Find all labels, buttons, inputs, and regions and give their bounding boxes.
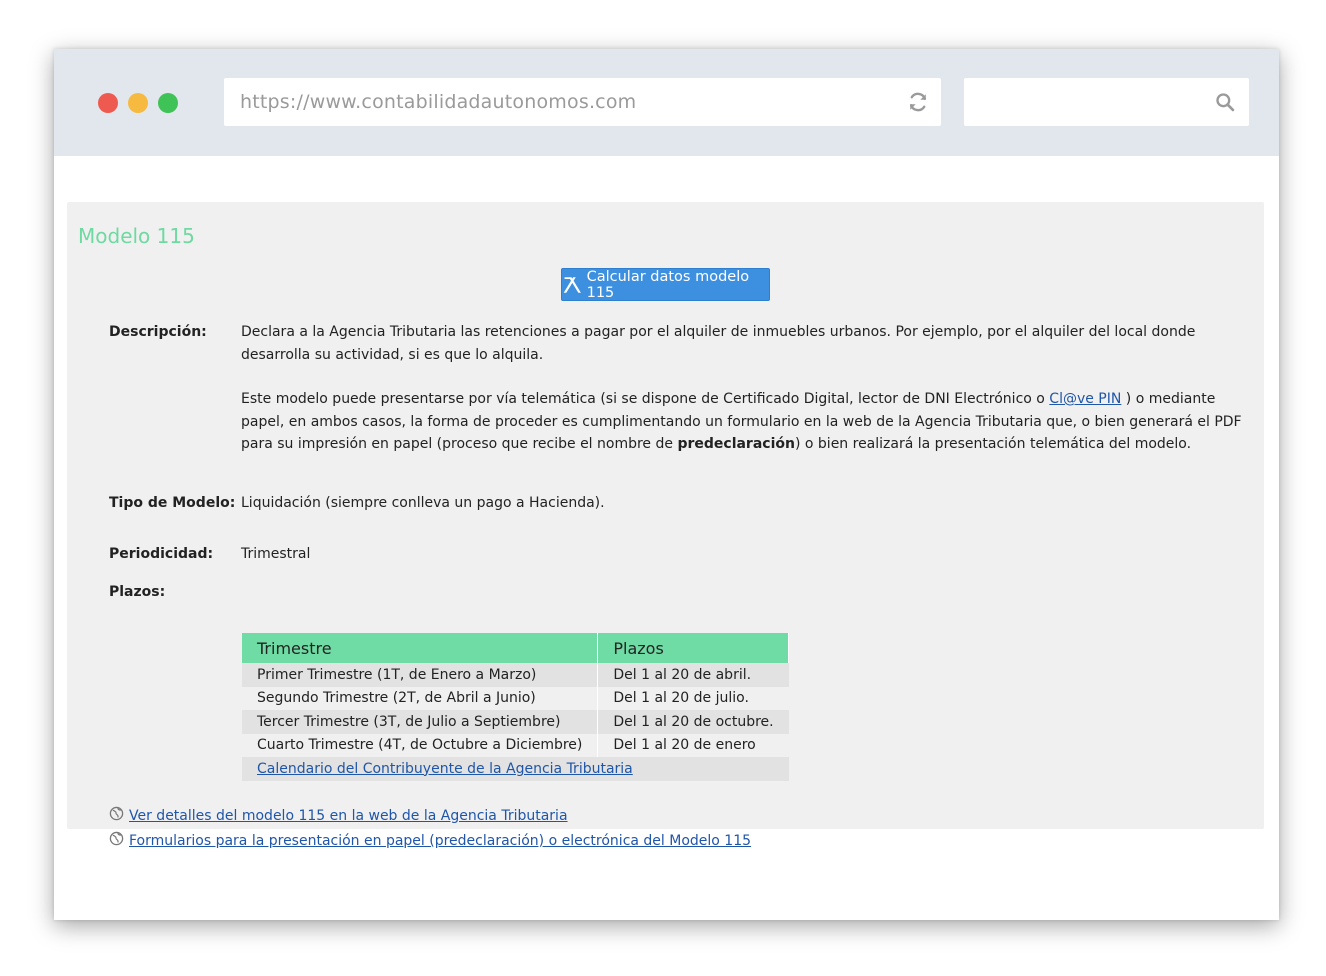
trimestre-cell: Primer Trimestre (1T, de Enero a Marzo) xyxy=(242,663,599,687)
minimize-window-button[interactable] xyxy=(128,93,148,113)
address-bar[interactable]: https://www.contabilidadautonomos.com xyxy=(224,78,941,126)
descripcion-paragraph-1: Declara a la Agencia Tributaria las rete… xyxy=(241,324,1196,363)
descripcion-p2-text-3: ) o bien realizará la presentación telem… xyxy=(794,436,1192,452)
search-icon[interactable] xyxy=(1215,92,1235,112)
table-row: Primer Trimestre (1T, de Enero a Marzo) … xyxy=(242,663,789,687)
tipo-modelo-value: Liquidación (siempre conlleva un pago a … xyxy=(241,495,605,511)
globe-icon xyxy=(109,831,124,846)
browser-search-bar[interactable] xyxy=(964,78,1249,126)
page-title: Modelo 115 xyxy=(78,224,195,248)
column-header-trimestre: Trimestre xyxy=(242,633,599,663)
external-link-item: Ver detalles del modelo 115 en la web de… xyxy=(109,806,568,824)
plazo-cell: Del 1 al 20 de octubre. xyxy=(597,710,789,734)
trimestre-cell: Cuarto Trimestre (4T, de Octubre a Dicie… xyxy=(242,733,599,757)
calculate-button-label: Calcular datos modelo 115 xyxy=(586,268,750,301)
close-window-button[interactable] xyxy=(98,93,118,113)
table-row: Segundo Trimestre (2T, de Abril a Junio)… xyxy=(242,686,789,710)
model-panel: Modelo 115 Calcular datos modelo 115 Des… xyxy=(67,202,1264,849)
descripcion-paragraph-2: Este modelo puede presentarse por vía te… xyxy=(241,388,1251,456)
calculate-button[interactable]: Calcular datos modelo 115 xyxy=(561,268,770,301)
table-row: Tercer Trimestre (3T, de Julio a Septiem… xyxy=(242,710,789,734)
browser-toolbar: https://www.contabilidadautonomos.com xyxy=(54,49,1279,156)
predeclaracion-bold: predeclaración xyxy=(677,436,795,452)
descripcion-label: Descripción: xyxy=(109,324,207,340)
maximize-window-button[interactable] xyxy=(158,93,178,113)
periodicidad-label: Periodicidad: xyxy=(109,546,214,562)
trimestre-cell: Tercer Trimestre (3T, de Julio a Septiem… xyxy=(242,710,599,734)
table-header-row: Trimestre Plazos xyxy=(242,633,790,663)
table-row: Cuarto Trimestre (4T, de Octubre a Dicie… xyxy=(242,733,789,757)
plazo-cell: Del 1 al 20 de julio. xyxy=(597,686,789,710)
calendario-link[interactable]: Calendario del Contribuyente de la Agenc… xyxy=(257,761,633,777)
ver-detalles-link[interactable]: Ver detalles del modelo 115 en la web de… xyxy=(129,808,568,824)
external-link-item: Formularios para la presentación en pape… xyxy=(109,831,751,849)
tipo-modelo-label: Tipo de Modelo: xyxy=(109,495,236,511)
browser-window: https://www.contabilidadautonomos.com Mo… xyxy=(54,49,1279,920)
calendario-cell: Calendario del Contribuyente de la Agenc… xyxy=(242,757,789,781)
table-footer-row: Calendario del Contribuyente de la Agenc… xyxy=(242,757,789,781)
formularios-link[interactable]: Formularios para la presentación en pape… xyxy=(129,833,751,849)
globe-icon xyxy=(109,806,124,821)
plazos-table: Trimestre Plazos Primer Trimestre (1T, d… xyxy=(242,633,790,781)
trimestre-cell: Segundo Trimestre (2T, de Abril a Junio) xyxy=(242,686,599,710)
aeat-logo-icon xyxy=(563,276,581,293)
column-header-plazos: Plazos xyxy=(597,633,790,663)
descripcion-p2-text-1: Este modelo puede presentarse por vía te… xyxy=(241,391,1050,407)
reload-icon[interactable] xyxy=(907,91,929,113)
address-bar-url[interactable]: https://www.contabilidadautonomos.com xyxy=(240,78,636,126)
periodicidad-value: Trimestral xyxy=(241,546,311,562)
plazo-cell: Del 1 al 20 de enero xyxy=(597,733,789,757)
plazos-label: Plazos: xyxy=(109,584,166,600)
clave-pin-link[interactable]: Cl@ve PIN xyxy=(1049,391,1121,407)
plazo-cell: Del 1 al 20 de abril. xyxy=(597,663,789,687)
